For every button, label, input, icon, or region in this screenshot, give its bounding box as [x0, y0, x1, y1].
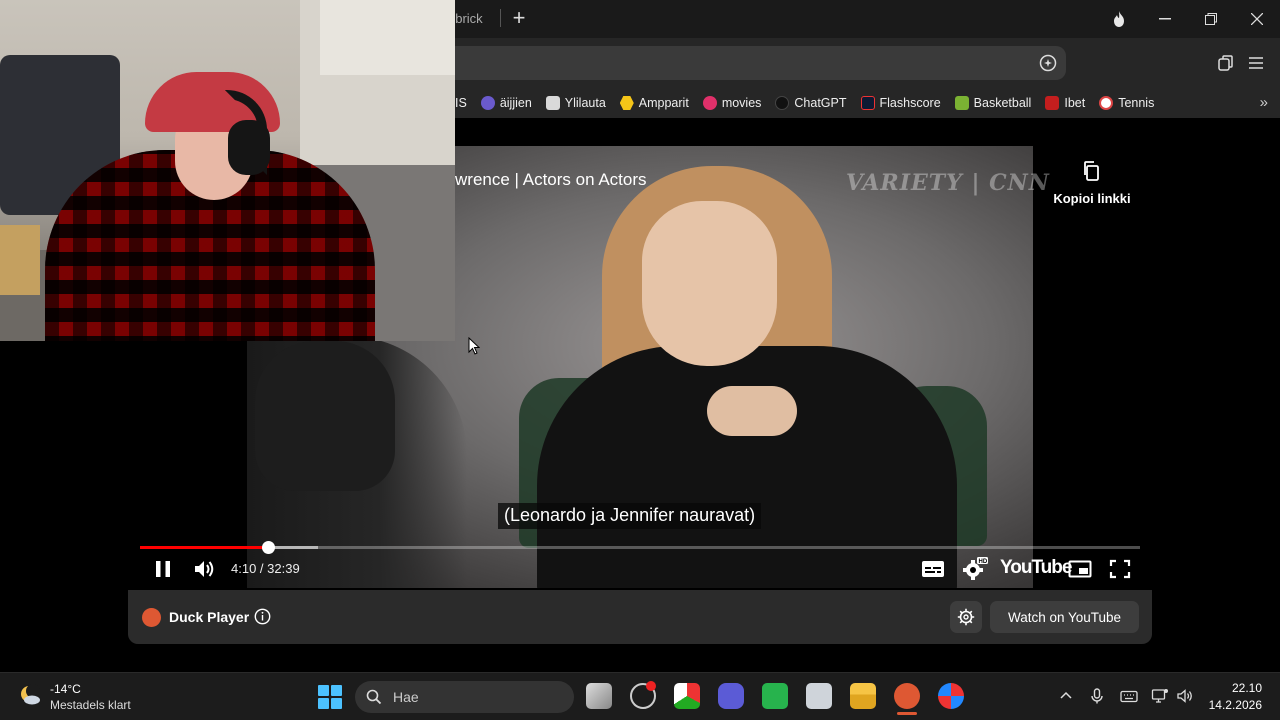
info-icon[interactable]	[254, 608, 271, 625]
bookmark-basketball[interactable]: Basketball	[954, 96, 1031, 110]
calculator-icon[interactable]	[806, 683, 832, 709]
subtitle-caption: (Leonardo ja Jennifer nauravat)	[498, 503, 762, 529]
clock-time[interactable]: 22.10	[1212, 681, 1262, 695]
progress-scrubber[interactable]	[262, 541, 275, 554]
bookmark-movies[interactable]: movies	[702, 96, 761, 110]
search-placeholder: Hae	[393, 689, 419, 705]
speaker-icon[interactable]	[1176, 687, 1194, 705]
bookmark-chatgpt[interactable]: ChatGPT	[775, 96, 847, 110]
weather-description[interactable]: Mestadels klart	[50, 698, 131, 712]
heart-icon	[702, 96, 717, 110]
minimize-icon[interactable]	[1151, 6, 1179, 32]
address-bar[interactable]	[440, 46, 1066, 80]
keyboard-icon[interactable]	[1120, 687, 1138, 705]
bookmark-ylilauta[interactable]: Ylilauta	[545, 96, 606, 110]
bookmark-favicon	[1099, 96, 1114, 110]
duckduckgo-logo-icon	[142, 608, 161, 627]
search-icon	[366, 689, 382, 705]
video-person-hands	[707, 386, 797, 436]
windows-start-icon[interactable]	[318, 685, 342, 709]
weather-moon-icon[interactable]	[18, 683, 42, 707]
file-explorer-icon[interactable]	[850, 683, 876, 709]
network-icon[interactable]	[1151, 687, 1169, 705]
taskbar-search[interactable]: Hae	[355, 681, 574, 713]
app-icon[interactable]	[718, 683, 744, 709]
bookmark-favicon	[619, 96, 634, 110]
restore-icon[interactable]	[1197, 6, 1225, 32]
bookmark-favicon	[954, 96, 969, 110]
pause-icon[interactable]	[153, 557, 173, 581]
duck-player-label: Duck Player	[169, 609, 250, 625]
fullscreen-icon[interactable]	[1109, 557, 1131, 581]
copy-link-label: Kopioi linkki	[1053, 191, 1131, 206]
bookmark-favicon	[860, 96, 875, 110]
youtube-logo[interactable]: YouTube	[1000, 557, 1072, 579]
bookmark-favicon	[1045, 96, 1060, 110]
ai-chat-icon[interactable]	[1038, 53, 1058, 73]
bookmarks-more-icon[interactable]: »	[1260, 94, 1268, 111]
bookmark-favicon	[480, 96, 495, 110]
gear-icon	[957, 608, 975, 626]
bookmark-flashscore[interactable]: Flashscore	[860, 96, 941, 110]
svg-text:HD: HD	[979, 559, 988, 565]
settings-gear-icon[interactable]: HD	[962, 557, 988, 581]
bookmark-tennis[interactable]: Tennis	[1099, 96, 1154, 110]
task-view-icon[interactable]	[586, 683, 612, 709]
new-tab-button[interactable]: +	[508, 6, 530, 30]
progress-played	[140, 546, 268, 549]
close-icon[interactable]	[1243, 6, 1271, 32]
bookmark-favicon	[775, 96, 790, 110]
app-icon[interactable]	[762, 683, 788, 709]
app-icon[interactable]	[938, 683, 964, 709]
video-person-body	[537, 346, 957, 588]
volume-icon[interactable]	[193, 557, 217, 581]
bookmark-aijjien[interactable]: äijjien	[480, 96, 532, 110]
subtitles-icon[interactable]	[921, 557, 945, 581]
mouse-cursor-icon	[468, 336, 481, 355]
active-app-indicator	[897, 712, 917, 715]
video-person-face	[642, 201, 777, 366]
tab-separator	[500, 9, 501, 27]
chevron-up-icon[interactable]	[1057, 687, 1075, 705]
webcam-chair	[0, 225, 40, 295]
webcam-headphones-earcup	[228, 120, 270, 175]
bookmark-favicon	[545, 96, 560, 110]
duck-player-bar: Duck Player Watch on YouTube	[128, 590, 1152, 644]
duckduckgo-icon[interactable]	[894, 683, 920, 709]
menu-icon[interactable]	[1246, 53, 1266, 73]
weather-temperature[interactable]: -14°C	[50, 682, 81, 696]
fire-icon[interactable]	[1105, 6, 1133, 32]
copy-link-button[interactable]: Kopioi linkki	[1050, 160, 1134, 206]
windows-taskbar: -14°C Mestadels klart Hae 22.10 14.2.202…	[0, 672, 1280, 720]
duck-player-settings-button[interactable]	[950, 601, 982, 633]
video-title[interactable]: wrence | Actors on Actors	[455, 170, 647, 190]
watch-on-youtube-button[interactable]: Watch on YouTube	[990, 601, 1139, 633]
time-display: 4:10 / 32:39	[231, 561, 300, 576]
notification-badge	[646, 681, 656, 691]
video-foreground-head	[255, 341, 395, 491]
progress-bar[interactable]	[140, 541, 1140, 554]
app-icon[interactable]	[674, 683, 700, 709]
bookmark-ampparit[interactable]: Ampparit	[619, 96, 689, 110]
webcam-cabinet	[320, 0, 455, 75]
microphone-icon[interactable]	[1088, 687, 1106, 705]
copy-icon	[1082, 161, 1102, 186]
webcam-overlay	[0, 0, 455, 341]
tabs-overview-icon[interactable]	[1216, 53, 1236, 73]
watermark-logo: VARIETY | CNN	[846, 170, 1050, 196]
clock-date[interactable]: 14.2.2026	[1195, 698, 1262, 712]
bookmark-ibet[interactable]: Ibet	[1045, 96, 1085, 110]
miniplayer-icon[interactable]	[1068, 557, 1092, 581]
bookmark-is[interactable]: IS	[455, 96, 467, 110]
